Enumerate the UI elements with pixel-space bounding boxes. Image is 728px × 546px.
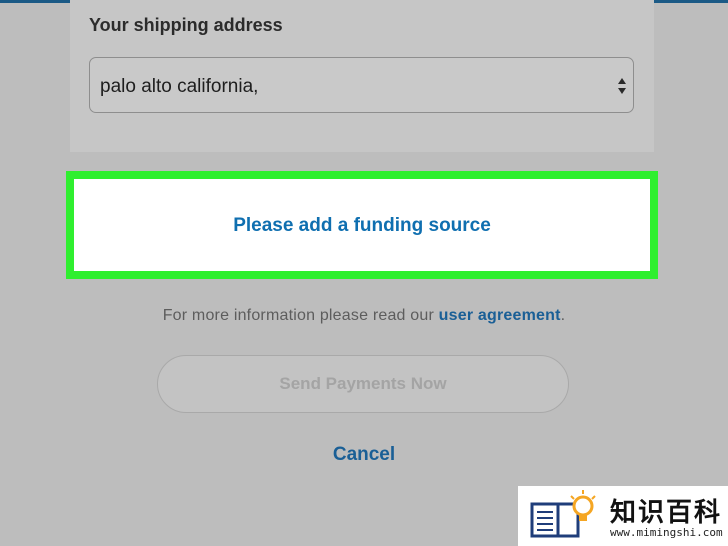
shipping-address-title: Your shipping address: [89, 15, 283, 35]
user-agreement-info: For more information please read our use…: [0, 307, 728, 325]
user-agreement-link[interactable]: user agreement: [439, 307, 561, 324]
info-period: .: [560, 307, 566, 324]
select-arrows-icon: [618, 78, 626, 94]
watermark-title: 知识百科: [610, 498, 723, 528]
cancel-link[interactable]: Cancel: [0, 444, 728, 466]
info-text: For more information please read our: [162, 307, 439, 324]
shipping-address-value: palo alto california,: [100, 76, 259, 97]
add-funding-source-link[interactable]: Please add a funding source: [74, 215, 650, 237]
shipping-address-section: Your shipping address palo alto californ…: [70, 0, 654, 152]
watermark-logo: 知识百科 www.mimingshi.com: [518, 486, 728, 546]
send-payments-button[interactable]: Send Payments Now: [157, 355, 569, 413]
funding-source-highlight[interactable]: Please add a funding source: [66, 171, 658, 279]
shipping-address-select[interactable]: palo alto california,: [89, 57, 634, 113]
book-bulb-icon: [530, 490, 596, 538]
watermark-url: www.mimingshi.com: [610, 526, 723, 539]
